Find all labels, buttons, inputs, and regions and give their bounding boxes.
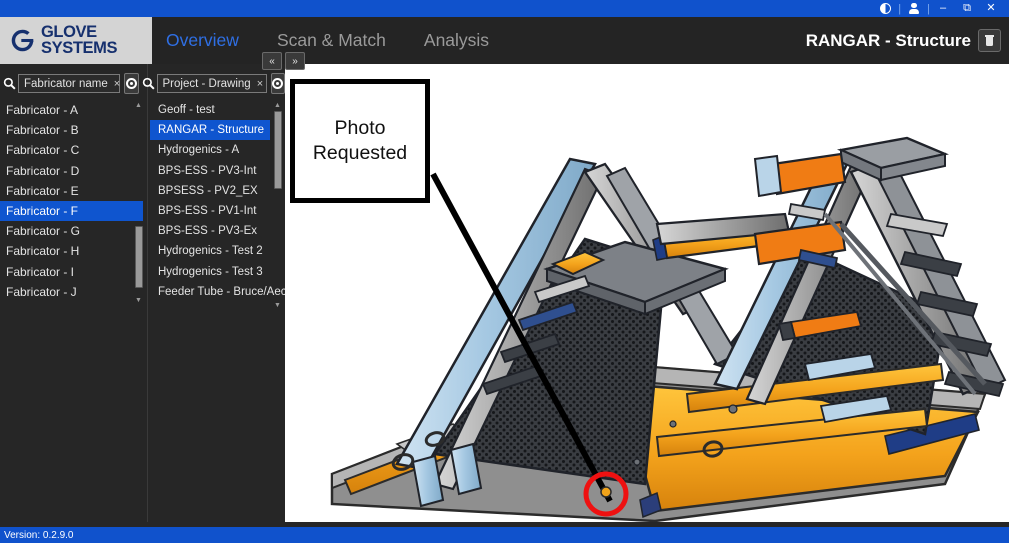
restore-icon[interactable]: ⧉ [955,0,979,17]
list-item[interactable]: Hydrogenics - A [150,140,270,160]
list-item[interactable]: Fabricator - A [0,100,143,120]
list-item[interactable]: Fabricator - H [0,241,143,261]
status-bar: Version: 0.2.9.0 [0,527,1009,543]
window-titlebar: | | – ⧉ ✕ [0,0,1009,17]
collapse-next-button[interactable]: » [285,52,305,70]
page-title: RANGAR - Structure [805,30,971,50]
search-toolbar: Fabricator name × Project - Drawing × [0,70,285,97]
project-search-clear-icon[interactable]: × [257,78,263,90]
list-item[interactable]: Feeder Tube - Bruce/Aecon [150,282,299,302]
list-item[interactable]: BPS-ESS - PV3-Ex [150,221,270,241]
list-item[interactable]: Hydrogenics - Test 2 [150,241,270,261]
list-item-selected[interactable]: Fabricator - F [0,200,143,222]
application-header: GLOVE SYSTEMS Overview Scan & Match Anal… [0,17,1009,64]
brand-logo[interactable]: GLOVE SYSTEMS [0,17,152,64]
search-icon-project [142,73,155,95]
fabricator-search-clear-icon[interactable]: × [114,78,120,90]
fabricator-search-input[interactable]: Fabricator name × [18,74,120,93]
user-account-icon[interactable] [902,0,926,17]
list-item[interactable]: Geoff - test [150,100,270,120]
trash-icon [985,35,994,46]
collapse-prev-button[interactable]: « [262,52,282,70]
window-controls: | | – ⧉ ✕ [873,0,1009,17]
project-search-input[interactable]: Project - Drawing × [156,74,267,93]
sidebar-divider [147,64,148,522]
scroll-down-icon[interactable]: ▼ [272,300,283,310]
gear-icon-fabricator [125,78,137,89]
list-item[interactable]: BPSESS - PV2_EX [150,181,270,201]
version-label: Version: 0.2.9.0 [4,529,74,541]
gear-icon-project [272,78,284,89]
tab-scan-and-match[interactable]: Scan & Match [273,28,390,53]
minimize-icon[interactable]: – [931,0,955,17]
list-item[interactable]: Fabricator - D [0,161,143,181]
photo-requested-callout[interactable]: Photo Requested [290,79,430,203]
list-item[interactable]: Hydrogenics - Test 3 [150,262,270,282]
callout-line-2: Requested [312,142,408,164]
list-item[interactable]: BPS-ESS - PV3-Int [150,161,270,181]
panel-collapse-controls: « » [262,52,305,70]
scroll-thumb[interactable] [134,226,143,288]
application-window: | | – ⧉ ✕ GLOVE SYSTEMS Overview Scan & … [0,0,1009,543]
close-icon[interactable]: ✕ [979,0,1003,17]
brand-line-2: SYSTEMS [41,38,118,57]
project-settings-button[interactable] [270,73,285,94]
callout-line-1: Photo [334,117,386,140]
list-item[interactable]: Fabricator - B [0,120,143,140]
list-item[interactable]: BPS-ESS - PV1-Int [150,201,270,221]
fabricator-settings-button[interactable] [124,73,139,94]
project-list-scrollbar[interactable]: ▲ ▼ [272,100,283,310]
main-tabs: Overview Scan & Match Analysis [162,17,493,64]
list-item[interactable]: Fabricator - I [0,262,143,282]
list-item-selected[interactable]: RANGAR - Structure [150,120,270,141]
project-title-group: RANGAR - Structure [806,17,1001,64]
scroll-thumb[interactable] [273,111,282,189]
list-item[interactable]: Fabricator - E [0,181,143,201]
delete-project-button[interactable] [978,29,1001,52]
scroll-down-icon[interactable]: ▼ [133,295,144,305]
glove-systems-logo-icon [11,29,34,52]
tab-analysis[interactable]: Analysis [420,28,493,53]
project-list: Geoff - test RANGAR - Structure Hydrogen… [150,100,299,302]
list-item[interactable]: Fabricator - C [0,140,143,160]
list-item[interactable]: Fabricator - J [0,282,143,302]
list-item[interactable]: Fabricator - G [0,221,143,241]
fabricator-search-value: Fabricator name [24,77,108,90]
scroll-up-icon[interactable]: ▲ [133,100,144,110]
tab-overview[interactable]: Overview [162,28,243,53]
project-search-value: Project - Drawing [162,77,251,90]
scroll-up-icon[interactable]: ▲ [272,100,283,110]
fabricator-list: Fabricator - A Fabricator - B Fabricator… [0,100,143,302]
search-icon-fabricator [3,73,16,95]
fabricator-list-scrollbar[interactable]: ▲ ▼ [133,100,144,305]
contrast-toggle-icon[interactable] [873,0,897,17]
